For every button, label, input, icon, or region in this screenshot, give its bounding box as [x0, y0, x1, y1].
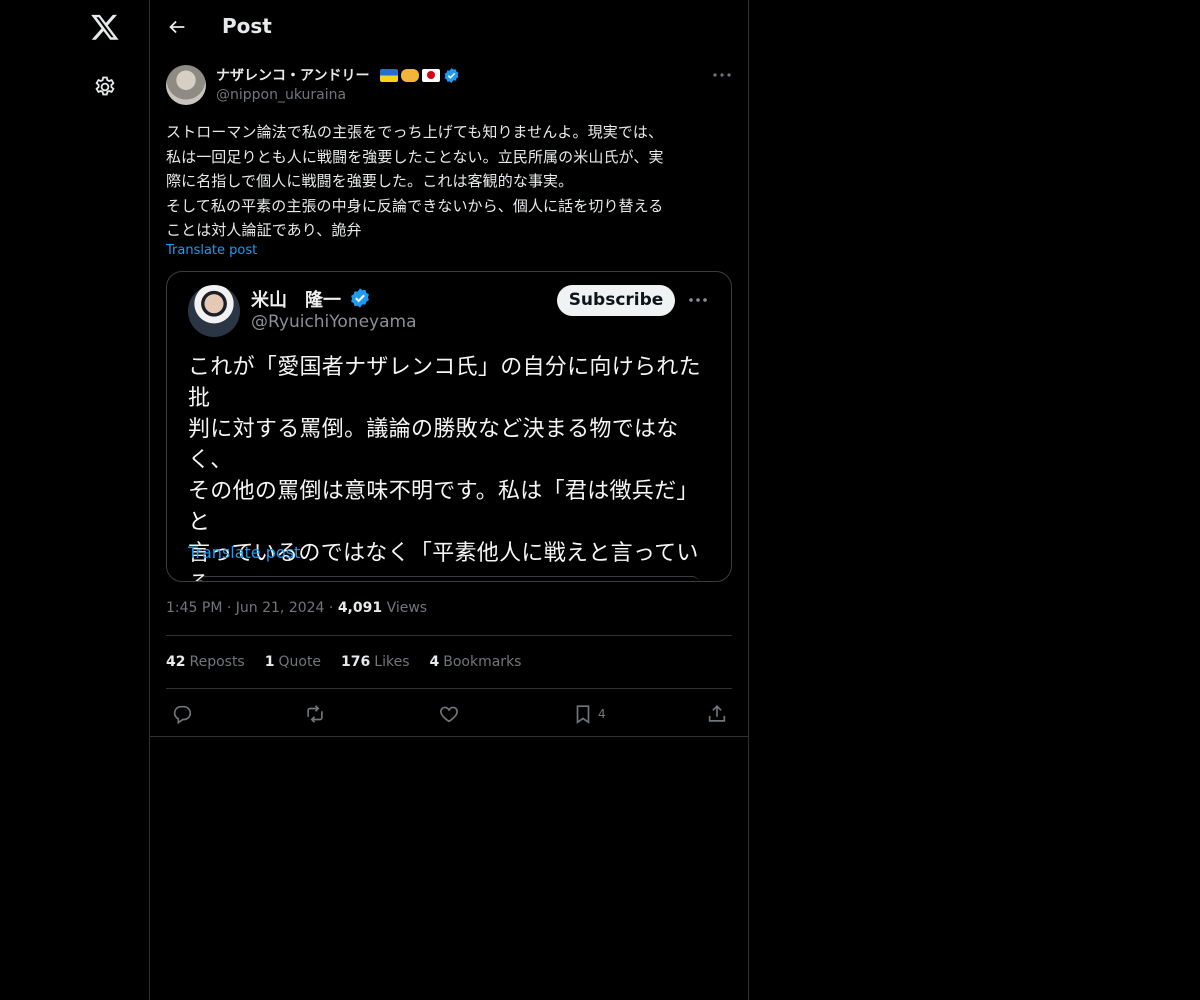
stat-label: Quote — [278, 654, 322, 670]
author-badges — [380, 66, 460, 84]
author-name[interactable]: ナザレンコ・アンドリー — [216, 65, 369, 85]
stat-label: Likes — [374, 654, 410, 670]
back-arrow-icon[interactable] — [166, 16, 188, 38]
bookmarks-stat[interactable]: 4 Bookmarks — [430, 654, 522, 670]
quoted-subscribe-button: Subscribe — [557, 285, 675, 316]
translate-post-link[interactable]: Translate post — [166, 243, 257, 258]
divider — [166, 635, 732, 636]
verified-icon — [444, 67, 459, 83]
views-count: 4,091 — [337, 600, 383, 616]
like-icon[interactable] — [438, 703, 460, 725]
more-icon — [686, 288, 710, 312]
quoted-author-handle: @RyuichiYoneyama — [251, 312, 417, 332]
more-icon[interactable] — [710, 64, 734, 86]
divider — [166, 688, 732, 689]
handshake-icon — [401, 68, 419, 82]
stat-count: 1 — [264, 654, 275, 670]
post-bottom-border — [150, 736, 748, 737]
left-nav — [0, 0, 150, 1000]
post-column: Post ナザレンコ・アンドリー @nippon_ukuraina ストローマン… — [149, 0, 749, 1000]
stat-count: 4 — [429, 654, 440, 670]
japan-flag-icon — [422, 68, 440, 82]
post-date[interactable]: Jun 21, 2024 — [236, 600, 325, 616]
reply-icon[interactable] — [171, 703, 193, 725]
share-icon[interactable] — [706, 703, 728, 725]
bookmark-count: 4 — [598, 707, 606, 721]
reposts-stat[interactable]: 42 Reposts — [166, 654, 245, 670]
meta-separator: · — [328, 600, 338, 616]
ukraine-flag-icon — [380, 68, 398, 82]
quoted-avatar — [188, 285, 240, 337]
gear-icon[interactable] — [93, 75, 117, 99]
page-title: Post — [222, 14, 272, 38]
post-text: ストローマン論法で私の主張をでっち上げても知りませんよ。現実では、 私は一回足り… — [166, 123, 664, 239]
quotes-stat[interactable]: 1 Quote — [265, 654, 321, 670]
stat-label: Reposts — [189, 654, 245, 670]
quoted-translate-link: Translate post — [188, 543, 301, 562]
post-time[interactable]: 1:45 PM — [166, 600, 222, 616]
verified-icon — [351, 288, 369, 308]
bookmark-icon[interactable] — [572, 703, 594, 725]
stat-label: Bookmarks — [443, 654, 522, 670]
stat-count: 176 — [341, 654, 371, 670]
post-meta: 1:45 PM · Jun 21, 2024 · 4,091 Views — [166, 600, 427, 616]
quoted-author-name: 米山 隆一 — [251, 290, 341, 311]
likes-stat[interactable]: 176 Likes — [341, 654, 409, 670]
engagement-stats: 42 Reposts 1 Quote 176 Likes 4 Bookmarks — [166, 654, 521, 670]
repost-icon[interactable] — [304, 703, 326, 725]
author-handle[interactable]: @nippon_ukuraina — [216, 87, 346, 103]
quoted-card-edge — [199, 576, 699, 581]
post-header: Post — [150, 0, 748, 54]
views-label: Views — [386, 600, 428, 616]
x-logo-icon[interactable] — [90, 12, 120, 42]
meta-separator: · — [226, 600, 236, 616]
author-avatar[interactable] — [166, 65, 206, 105]
stat-count: 42 — [166, 654, 186, 670]
post-image[interactable]: 米山 隆一 @RyuichiYoneyama Subscribe これが「愛国者… — [166, 271, 732, 582]
